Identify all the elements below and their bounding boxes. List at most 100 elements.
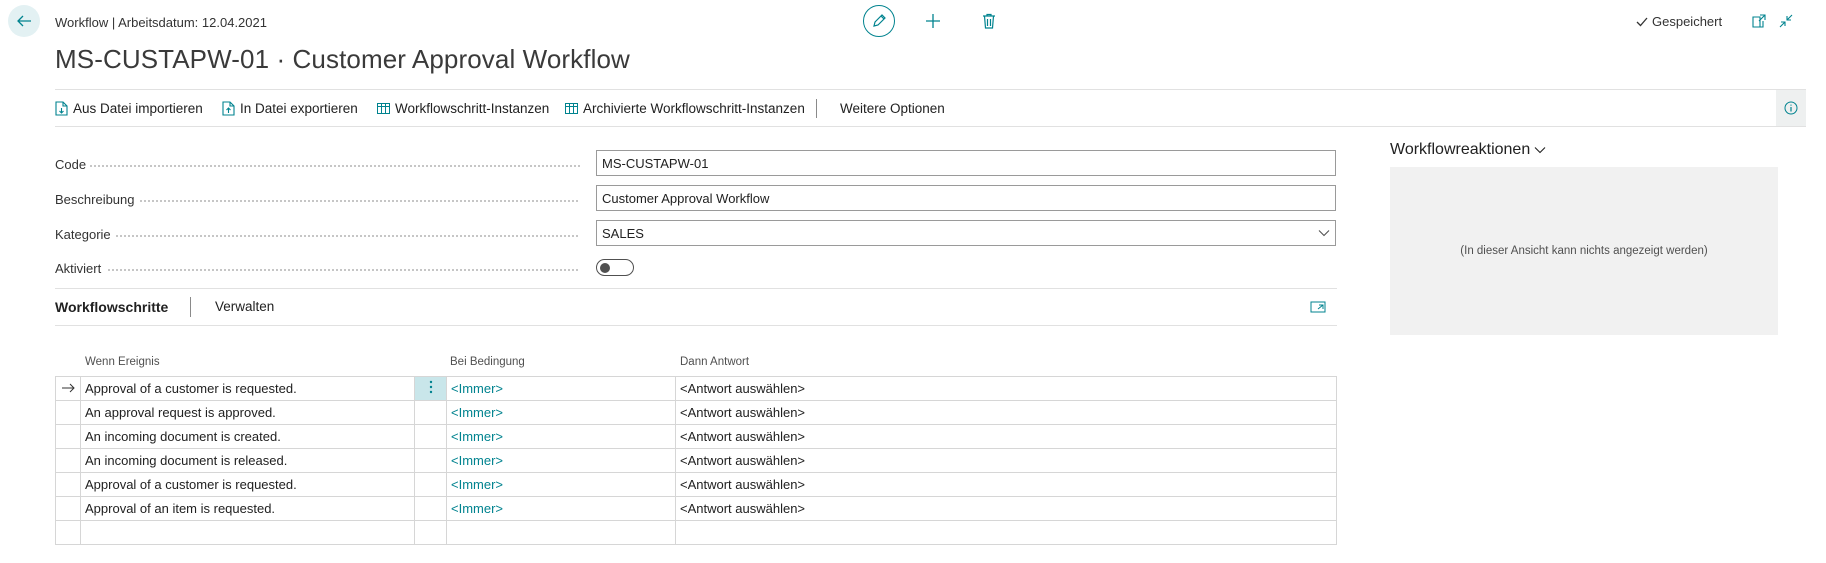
event-cell[interactable]: Approval of a customer is requested. <box>80 376 415 401</box>
table-row[interactable]: An incoming document is created. <Immer> <… <box>55 424 1337 449</box>
response-cell[interactable]: <Antwort auswählen> <box>675 376 1337 401</box>
condition-cell[interactable]: <Immer> <box>446 400 676 425</box>
response-cell[interactable]: <Antwort auswählen> <box>675 424 1337 449</box>
table-row[interactable]: Approval of a customer is requested. <Imm… <box>55 472 1337 497</box>
code-leader-dots <box>90 164 580 167</box>
import-from-file-button[interactable]: Aus Datei importieren <box>55 90 203 126</box>
enabled-toggle[interactable] <box>596 259 634 276</box>
delete-button[interactable] <box>976 8 1002 34</box>
row-indicator-cell <box>55 376 81 401</box>
enabled-leader-dots <box>108 268 578 271</box>
enabled-label: Aktiviert <box>55 261 102 276</box>
workflow-steps-divider <box>190 297 191 317</box>
response-cell[interactable]: <Antwort auswählen> <box>675 400 1337 425</box>
table-row[interactable]: An approval request is approved. <Immer> <… <box>55 400 1337 425</box>
response-cell[interactable]: <Antwort auswählen> <box>675 448 1337 473</box>
import-from-file-label: Aus Datei importieren <box>73 100 203 116</box>
description-field[interactable]: Customer Approval Workflow <box>596 185 1336 211</box>
category-leader-dots <box>116 234 578 237</box>
file-import-icon <box>55 100 68 116</box>
row-actions-cell[interactable] <box>414 376 447 401</box>
open-in-full-page-icon[interactable] <box>1309 298 1327 316</box>
new-button[interactable] <box>920 8 946 34</box>
row-indicator-cell <box>55 520 81 545</box>
event-cell[interactable]: Approval of an item is requested. <box>80 496 415 521</box>
description-label: Beschreibung <box>55 192 135 207</box>
category-label: Kategorie <box>55 227 111 242</box>
condition-cell[interactable]: <Immer> <box>446 424 676 449</box>
table-row[interactable]: Approval of a customer is requested. <Imm… <box>55 376 1337 401</box>
collapse-arrows-icon <box>1779 14 1793 28</box>
save-status: Gespeichert <box>1636 14 1722 29</box>
trash-icon <box>983 13 995 29</box>
response-cell[interactable] <box>675 520 1337 545</box>
event-cell[interactable]: An approval request is approved. <box>80 400 415 425</box>
code-field[interactable]: MS-CUSTAPW-01 <box>596 150 1336 176</box>
toggle-knob <box>600 262 610 273</box>
category-value: SALES <box>602 225 644 241</box>
condition-cell[interactable] <box>446 520 676 545</box>
row-indicator-cell <box>55 424 81 449</box>
row-actions-cell[interactable] <box>414 448 447 473</box>
factbox-title: Workflowreaktionen <box>1390 141 1531 158</box>
event-cell[interactable]: Approval of a customer is requested. <box>80 472 415 497</box>
row-actions-cell[interactable] <box>414 520 447 545</box>
row-actions-cell[interactable] <box>414 400 447 425</box>
export-to-file-button[interactable]: In Datei exportieren <box>222 90 358 126</box>
column-header-event[interactable]: Wenn Ereignis <box>85 356 160 368</box>
arrow-right-icon <box>61 383 75 393</box>
info-pane-button[interactable] <box>1776 90 1806 126</box>
workflow-step-instances-label: Workflowschritt-Instanzen <box>395 100 550 116</box>
back-button[interactable] <box>8 5 40 37</box>
table-row[interactable] <box>55 520 1337 545</box>
event-cell[interactable] <box>80 520 415 545</box>
chevron-down-icon <box>1318 230 1330 237</box>
more-options-button[interactable]: Weitere Optionen <box>840 90 945 126</box>
condition-cell[interactable]: <Immer> <box>446 496 676 521</box>
edit-button[interactable] <box>863 5 895 37</box>
more-options-label: Weitere Optionen <box>840 100 945 116</box>
action-bar: Aus Datei importieren In Datei exportier… <box>55 89 1806 127</box>
arrow-left-icon <box>17 15 31 27</box>
collapse-button[interactable] <box>1775 10 1797 32</box>
workflow-steps-header: Workflowschritte Verwalten <box>55 288 1337 326</box>
checkmark-icon <box>1636 17 1648 26</box>
event-cell[interactable]: An incoming document is released. <box>80 448 415 473</box>
plus-icon <box>926 14 940 28</box>
factbox-toggle[interactable]: Workflowreaktionen <box>1390 141 1546 159</box>
response-cell[interactable]: <Antwort auswählen> <box>675 472 1337 497</box>
condition-cell[interactable]: <Immer> <box>446 448 676 473</box>
row-actions-cell[interactable] <box>414 424 447 449</box>
description-leader-dots <box>140 199 578 202</box>
export-to-file-label: In Datei exportieren <box>240 100 358 116</box>
open-new-window-button[interactable] <box>1748 10 1770 32</box>
file-export-icon <box>222 100 235 116</box>
row-indicator-cell <box>55 448 81 473</box>
row-actions-cell[interactable] <box>414 472 447 497</box>
table-row[interactable]: Approval of an item is requested. <Immer>… <box>55 496 1337 521</box>
condition-cell[interactable]: <Immer> <box>446 376 676 401</box>
table-icon <box>377 102 390 114</box>
ellipsis-vertical-icon[interactable] <box>429 380 433 394</box>
row-indicator-cell <box>55 496 81 521</box>
row-actions-cell[interactable] <box>414 496 447 521</box>
factbox-empty-message: (In dieser Ansicht kann nichts angezeigt… <box>1460 245 1708 257</box>
workflow-step-instances-button[interactable]: Workflowschritt-Instanzen <box>377 90 549 126</box>
table-row[interactable]: An incoming document is released. <Immer>… <box>55 448 1337 473</box>
event-cell[interactable]: An incoming document is created. <box>80 424 415 449</box>
archived-workflow-step-instances-label: Archivierte Workflowschritt-Instanzen <box>583 100 805 116</box>
chevron-down-icon <box>1534 147 1546 154</box>
info-icon <box>1784 101 1798 115</box>
page-title: MS-CUSTAPW-01 · Customer Approval Workfl… <box>55 44 630 74</box>
column-header-condition[interactable]: Bei Bedingung <box>450 356 525 368</box>
condition-cell[interactable]: <Immer> <box>446 472 676 497</box>
category-select[interactable]: SALES <box>596 220 1336 246</box>
response-cell[interactable]: <Antwort auswählen> <box>675 496 1337 521</box>
row-indicator-cell <box>55 400 81 425</box>
column-header-response[interactable]: Dann Antwort <box>680 356 749 368</box>
pencil-icon <box>873 14 886 27</box>
archived-workflow-step-instances-button[interactable]: Archivierte Workflowschritt-Instanzen <box>565 90 805 126</box>
breadcrumb: Workflow | Arbeitsdatum: 12.04.2021 <box>55 15 267 30</box>
code-label: Code <box>55 157 87 172</box>
manage-button[interactable]: Verwalten <box>215 299 274 314</box>
